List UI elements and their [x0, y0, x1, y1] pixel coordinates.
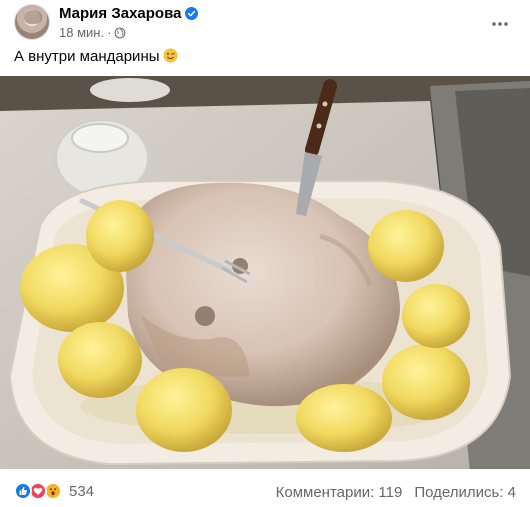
meta-separator: · [107, 25, 112, 40]
post-stats: Комментарии: 119 Поделились: 4 [276, 484, 516, 501]
post-meta: 18 мин. · [59, 25, 126, 40]
globe-icon[interactable] [114, 27, 126, 39]
avatar[interactable] [14, 4, 50, 40]
post-header: Мария Захарова 18 мин. · [14, 4, 516, 42]
post-footer: 534 Комментарии: 119 Поделились: 4 [14, 479, 516, 505]
winking-face-icon [162, 48, 178, 63]
reactions-summary[interactable]: 534 [14, 482, 94, 500]
shares-count-link[interactable]: Поделились: 4 [414, 484, 516, 501]
roast-chicken-photo [0, 76, 530, 469]
post-text-content: А внутри мандарины [14, 48, 160, 65]
like-reaction-icon [14, 482, 32, 500]
post-text: А внутри мандарины [14, 48, 178, 65]
reactions-count[interactable]: 534 [69, 483, 94, 500]
more-horizontal-icon [492, 22, 508, 26]
post-time[interactable]: 18 мин. [59, 25, 104, 40]
comments-count-link[interactable]: Комментарии: 119 [276, 484, 403, 501]
more-options-button[interactable] [486, 10, 514, 38]
verified-badge-icon [185, 7, 199, 20]
author-name[interactable]: Мария Захарова [59, 5, 199, 22]
author-name-text[interactable]: Мария Захарова [59, 5, 181, 22]
post-photo[interactable] [0, 76, 530, 469]
